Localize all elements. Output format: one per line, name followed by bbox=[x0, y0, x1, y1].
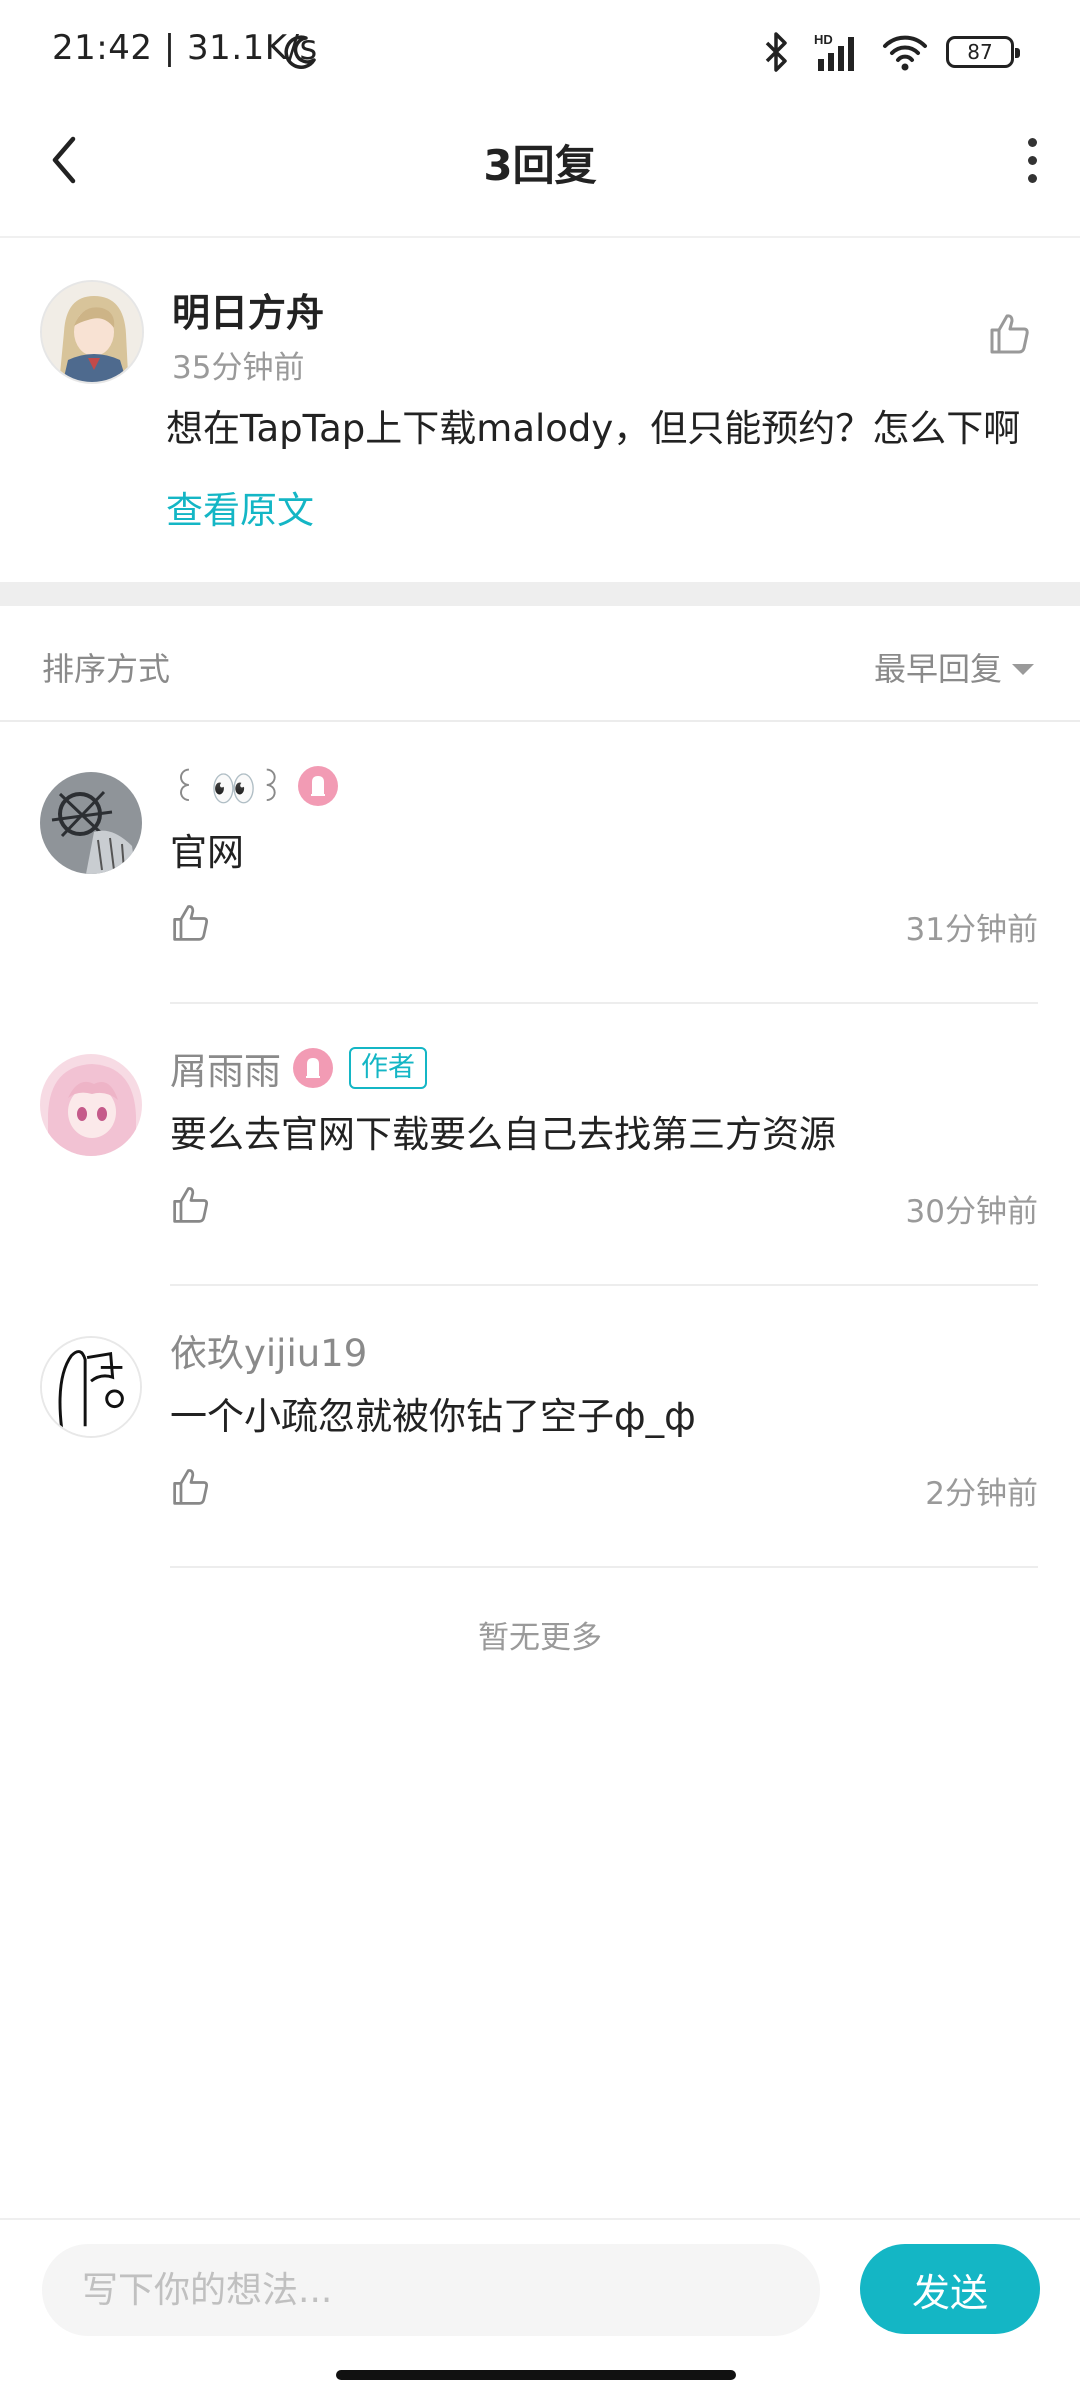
section-divider bbox=[0, 582, 1080, 606]
post-author-name[interactable]: 明日方舟 bbox=[172, 282, 324, 337]
anime-girl-avatar-image bbox=[40, 1054, 142, 1156]
battery-level: 87 bbox=[967, 40, 993, 64]
reply-author-name[interactable]: 依玖yijiu19 bbox=[170, 1323, 367, 1377]
post-content: 想在TapTap上下载malody，但只能预约？怎么下啊 bbox=[166, 407, 1021, 450]
reply-divider bbox=[170, 1566, 1038, 1568]
no-more-label: 暂无更多 bbox=[478, 1620, 602, 1656]
reply-header: ꒰ 👀꒱ bbox=[170, 758, 338, 814]
thumbs-up-icon bbox=[990, 314, 1029, 354]
bluetooth-icon bbox=[765, 32, 787, 72]
thumbs-up-icon bbox=[173, 1469, 208, 1505]
home-indicator[interactable] bbox=[336, 2370, 736, 2380]
more-options-button[interactable] bbox=[1002, 128, 1062, 192]
reply-like-button[interactable] bbox=[166, 1462, 216, 1512]
send-button[interactable]: 发送 bbox=[860, 2244, 1040, 2334]
reply-like-button[interactable] bbox=[166, 898, 216, 948]
reply-content: 一个小疏忽就被你钻了空子ф_ф bbox=[170, 1395, 696, 1438]
reply-header: 屑雨雨 作者 bbox=[170, 1040, 427, 1096]
avatar[interactable] bbox=[40, 1336, 142, 1438]
avatar[interactable] bbox=[40, 772, 142, 874]
sort-label: 排序方式 bbox=[42, 650, 171, 688]
top-app-bar: 3回复 bbox=[0, 100, 1080, 238]
reply-content: 要么去官网下载要么自己去找第三方资源 bbox=[170, 1113, 836, 1156]
author-tag: 作者 bbox=[349, 1047, 427, 1089]
battery-icon: 87 bbox=[946, 36, 1020, 68]
sort-bar: 排序方式 最早回复 bbox=[0, 606, 1080, 722]
caret-down-icon bbox=[1012, 663, 1034, 675]
cell-signal-icon: HD bbox=[814, 32, 854, 71]
page-title: 3回复 bbox=[483, 141, 597, 190]
doodle-avatar-image bbox=[42, 1338, 140, 1436]
more-vertical-icon bbox=[1027, 137, 1037, 147]
moon-icon bbox=[284, 35, 316, 69]
reply-like-button[interactable] bbox=[166, 1180, 216, 1230]
reply-header: 依玖yijiu19 bbox=[170, 1322, 367, 1378]
level-badge-icon bbox=[293, 1048, 333, 1088]
reply-item: 屑雨雨 作者 要么去官网下载要么自己去找第三方资源 30分钟前 bbox=[0, 1004, 1080, 1286]
reply-content: 官网 bbox=[170, 831, 244, 874]
reply-time: 30分钟前 bbox=[905, 1194, 1038, 1230]
avatar[interactable] bbox=[40, 280, 144, 384]
view-original-link[interactable]: 查看原文 bbox=[166, 480, 314, 534]
thumbs-up-icon bbox=[173, 1187, 208, 1223]
like-button[interactable] bbox=[980, 304, 1040, 364]
reply-author-name[interactable]: ꒰ 👀꒱ bbox=[170, 762, 286, 811]
status-time-speed: 21:42 | 31.1K/s bbox=[52, 28, 318, 68]
wifi-icon bbox=[883, 35, 927, 71]
reply-item: 依玖yijiu19 一个小疏忽就被你钻了空子ф_ф 2分钟前 bbox=[0, 1286, 1080, 1568]
status-icons: HD 87 bbox=[758, 30, 1020, 74]
reply-time: 2分钟前 bbox=[925, 1476, 1038, 1512]
signal-hd-label: HD bbox=[814, 32, 833, 47]
reply-time: 31分钟前 bbox=[905, 912, 1038, 948]
comment-composer: 发送 bbox=[0, 2218, 1080, 2358]
original-post: 明日方舟 35分钟前 想在TapTap上下载malody，但只能预约？怎么下啊 … bbox=[0, 238, 1080, 582]
sketch-avatar-image bbox=[40, 772, 142, 874]
post-time: 35分钟前 bbox=[172, 350, 305, 386]
comment-input[interactable] bbox=[42, 2244, 820, 2336]
sort-dropdown[interactable]: 最早回复 bbox=[874, 644, 1034, 690]
level-badge-icon bbox=[297, 766, 338, 806]
avatar[interactable] bbox=[40, 1054, 142, 1156]
reply-item: ꒰ 👀꒱ 官网 31分钟前 bbox=[0, 722, 1080, 1004]
status-bar: 21:42 | 31.1K/s HD 87 bbox=[0, 0, 1080, 100]
reply-author-name[interactable]: 屑雨雨 bbox=[170, 1041, 281, 1095]
thumbs-up-icon bbox=[173, 905, 208, 941]
anime-avatar-image bbox=[42, 282, 142, 382]
sort-value: 最早回复 bbox=[873, 650, 1002, 688]
